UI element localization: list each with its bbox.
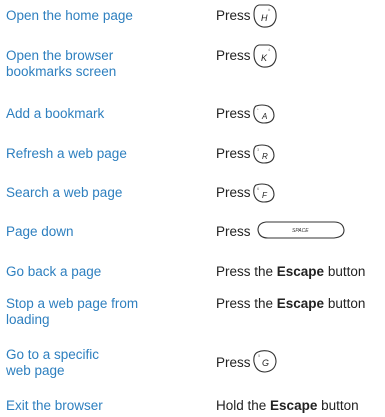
svg-text:R: R	[262, 152, 268, 161]
press-label: Press	[216, 48, 251, 63]
instruction-text: Press the Escape button	[216, 264, 366, 279]
escape-key-name: Escape	[276, 296, 325, 311]
svg-text:H: H	[261, 13, 268, 23]
press-label: Press	[216, 106, 251, 121]
r-key-icon: 3 R	[252, 143, 276, 165]
press-label: Press	[216, 355, 251, 370]
a-key-icon: * A	[252, 103, 276, 125]
space-key-icon: SPACE	[256, 219, 346, 241]
action-label: Search a web page	[6, 185, 123, 200]
press-label: Press	[216, 185, 251, 200]
svg-text:G: G	[262, 358, 269, 368]
action-label: Stop a web page from loading	[6, 296, 139, 327]
press-label: Press	[216, 224, 251, 239]
action-label: Go to a specific web page	[6, 347, 100, 378]
g-key-icon: 5 G	[252, 349, 278, 375]
action-label: Add a bookmark	[6, 106, 105, 121]
escape-key-name: Escape	[270, 398, 318, 413]
h-key-icon: # H	[252, 3, 278, 29]
f-key-icon: 6 F	[252, 182, 276, 204]
instruction-text: Hold the Escape button	[216, 398, 359, 413]
action-label: Refresh a web page	[6, 146, 127, 161]
action-label: Open the browser bookmarks screen	[6, 48, 117, 79]
press-label: Press	[216, 146, 251, 161]
svg-text:K: K	[261, 53, 268, 63]
action-label: Exit the browser	[6, 398, 103, 413]
instruction-text: Press the Escape button	[216, 296, 366, 311]
press-label: Press	[216, 8, 251, 23]
escape-key-name: Escape	[276, 264, 325, 279]
action-label: Go back a page	[6, 264, 102, 279]
svg-text:A: A	[261, 112, 267, 121]
action-label: Page down	[6, 224, 74, 239]
action-label: Open the home page	[6, 8, 133, 23]
svg-text:SPACE: SPACE	[292, 228, 309, 234]
k-key-icon: 4 K	[252, 43, 278, 69]
